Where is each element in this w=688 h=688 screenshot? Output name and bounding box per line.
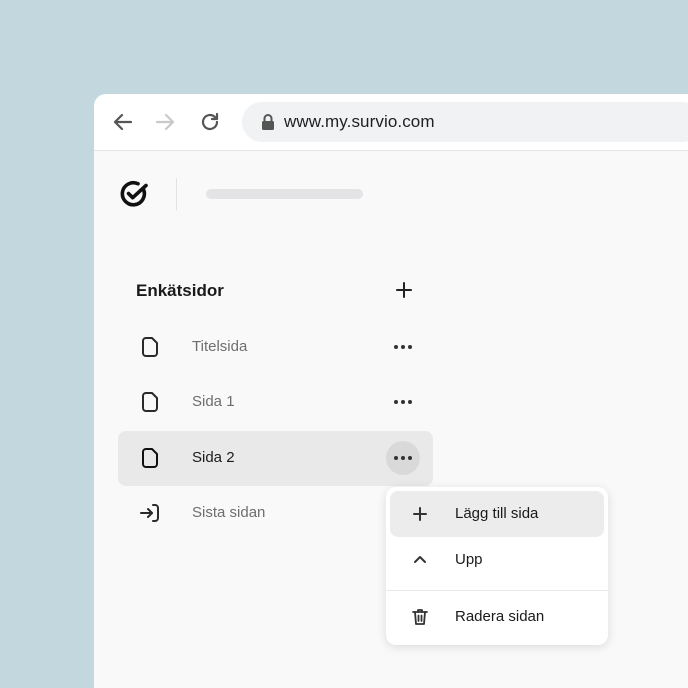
more-options-button[interactable]: [386, 330, 420, 364]
exit-arrow-icon: [140, 504, 159, 522]
more-dots-icon: [394, 345, 412, 349]
browser-window: www.my.survio.com Enkätsidor Titelsida S…: [94, 94, 688, 688]
menu-item-label: Lägg till sida: [455, 505, 539, 522]
back-button[interactable]: [110, 109, 136, 135]
page-icon: [142, 337, 158, 357]
reload-icon: [201, 112, 219, 131]
address-bar[interactable]: www.my.survio.com: [242, 102, 688, 142]
survio-check-logo-icon: [120, 180, 148, 207]
back-arrow-icon: [113, 113, 133, 131]
more-options-button[interactable]: [386, 441, 420, 475]
page-row-label: Sista sidan: [192, 504, 266, 521]
page-row-label: Titelsida: [192, 338, 248, 355]
menu-item-move-up[interactable]: Upp: [390, 537, 604, 583]
menu-item-delete-page[interactable]: Radera sidan: [390, 594, 604, 640]
page-context-menu: Lägg till sida Upp Radera sidan: [386, 487, 608, 645]
page-row-sida-1[interactable]: Sida 1: [118, 375, 433, 430]
chevron-up-icon: [414, 556, 426, 563]
browser-toolbar: www.my.survio.com: [94, 94, 688, 151]
more-options-button[interactable]: [386, 385, 420, 419]
trash-icon: [412, 609, 428, 625]
forward-arrow-icon: [155, 113, 175, 131]
title-placeholder: [206, 189, 363, 199]
page-icon: [142, 392, 158, 412]
menu-item-add-page[interactable]: Lägg till sida: [390, 491, 604, 537]
page-row-label: Sida 2: [192, 449, 235, 466]
menu-item-label: Upp: [455, 551, 483, 568]
menu-divider: [386, 590, 608, 591]
page-icon: [142, 448, 158, 468]
menu-item-label: Radera sidan: [455, 608, 545, 625]
header-divider: [176, 178, 177, 210]
page-row-sida-2[interactable]: Sida 2: [118, 431, 433, 486]
more-dots-icon: [394, 400, 412, 404]
page-row-label: Sida 1: [192, 393, 235, 410]
plus-icon[interactable]: [394, 280, 414, 300]
section-title: Enkätsidor: [136, 281, 224, 300]
plus-icon: [413, 507, 427, 521]
forward-button[interactable]: [152, 109, 178, 135]
url-text: www.my.survio.com: [284, 112, 435, 131]
reload-button[interactable]: [197, 109, 223, 135]
more-dots-icon: [394, 456, 412, 460]
lock-icon: [262, 114, 274, 130]
page-row-titelsida[interactable]: Titelsida: [118, 320, 433, 375]
